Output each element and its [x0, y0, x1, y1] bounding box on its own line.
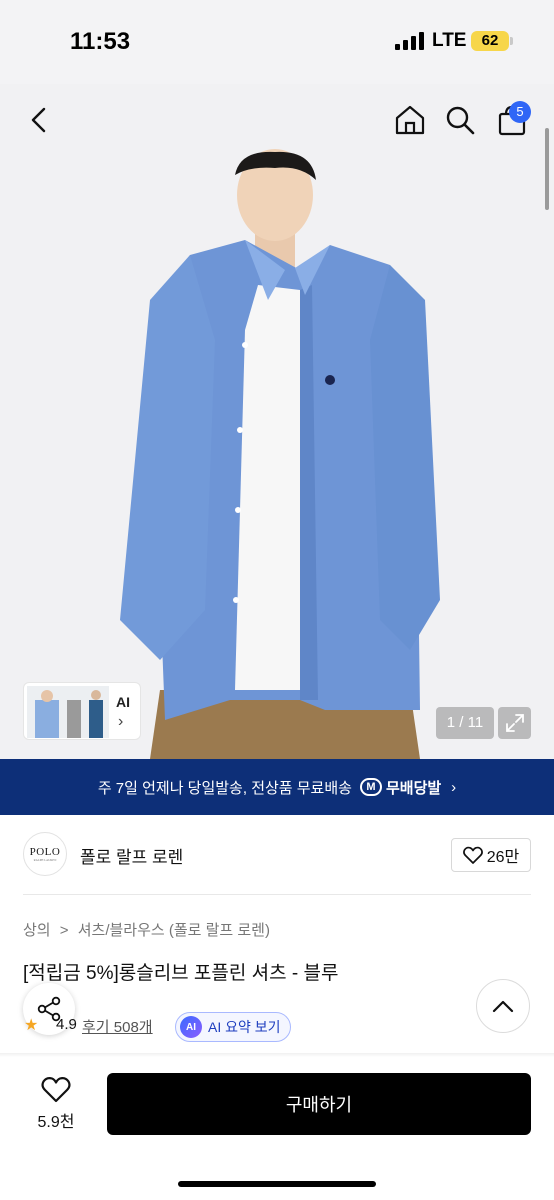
divider	[23, 894, 531, 895]
ai-summary-button[interactable]: AI AI 요약 보기	[175, 1012, 291, 1042]
chevron-right-icon: ›	[118, 713, 124, 730]
network-type: LTE	[432, 30, 467, 51]
brand-like-count: 26만	[486, 849, 520, 866]
delivery-badge-label: 무배당발	[385, 779, 442, 797]
review-link[interactable]: 후기 508개	[82, 1016, 153, 1037]
heart-icon	[462, 846, 483, 864]
status-time: 11:53	[70, 28, 131, 55]
star-icon: ★	[24, 1017, 39, 1034]
signal-icon	[395, 32, 424, 50]
model-illustration	[120, 149, 440, 759]
ai-label: AI	[116, 694, 130, 710]
product-title: [적립금 5%]롱슬리브 포플린 셔츠 - 블루	[23, 963, 339, 984]
brand-like-button[interactable]: 26만	[451, 838, 531, 872]
home-button[interactable]	[390, 100, 430, 140]
home-indicator[interactable]	[178, 1181, 376, 1187]
heart-icon	[41, 1077, 71, 1103]
scroll-to-top-button[interactable]	[476, 979, 530, 1033]
ai-summary-label: AI 요약 보기	[208, 1019, 281, 1035]
brand-logo-text: POLO	[29, 846, 61, 858]
ai-badge-icon: AI	[180, 1016, 202, 1038]
product-image[interactable]	[0, 84, 554, 759]
brand-name[interactable]: 폴로 랄프 로렌	[80, 843, 183, 868]
breadcrumb: 상의 > 셔츠/블라우스 (폴로 랄프 로렌)	[23, 919, 270, 940]
chevron-right-icon: ›	[451, 778, 457, 796]
home-icon	[395, 105, 425, 135]
search-button[interactable]	[440, 100, 480, 140]
chevron-left-icon	[31, 107, 46, 133]
rating-value: 4.9	[56, 1016, 77, 1033]
delivery-badge: M 무배당발	[359, 777, 442, 798]
search-icon	[446, 106, 475, 135]
battery-tip	[510, 37, 513, 45]
back-button[interactable]	[20, 100, 60, 140]
delivery-banner[interactable]: 주 7일 언제나 당일발송, 전상품 무료배송 M 무배당발 ›	[0, 759, 554, 815]
lookbook-thumbnail-image	[27, 686, 109, 738]
breadcrumb-subcategory[interactable]: 셔츠/블라우스 (폴로 랄프 로렌)	[78, 922, 270, 939]
battery-icon: 62	[471, 31, 509, 51]
breadcrumb-separator: >	[59, 922, 69, 939]
banner-text: 주 7일 언제나 당일발송, 전상품 무료배송	[97, 779, 352, 797]
scrollbar[interactable]	[545, 128, 549, 210]
status-bar: 11:53 LTE 62	[0, 0, 554, 84]
breadcrumb-category[interactable]: 상의	[23, 922, 51, 939]
expand-button[interactable]	[498, 707, 531, 739]
delivery-badge-icon: M	[359, 778, 382, 796]
ai-lookbook-thumbnail[interactable]	[23, 682, 141, 740]
expand-icon	[505, 714, 524, 732]
wishlist-count: 5.9천	[37, 1114, 75, 1131]
brand-logo-subtext: RALPH LAUREN	[33, 858, 57, 862]
brand-logo[interactable]: POLO RALPH LAUREN	[23, 832, 67, 876]
buy-button[interactable]: 구매하기	[107, 1073, 531, 1135]
image-counter: 1 / 11	[436, 707, 494, 739]
cart-count-badge: 5	[509, 101, 531, 123]
bottom-bar-shadow	[0, 1053, 554, 1057]
chevron-up-icon	[492, 1000, 514, 1013]
